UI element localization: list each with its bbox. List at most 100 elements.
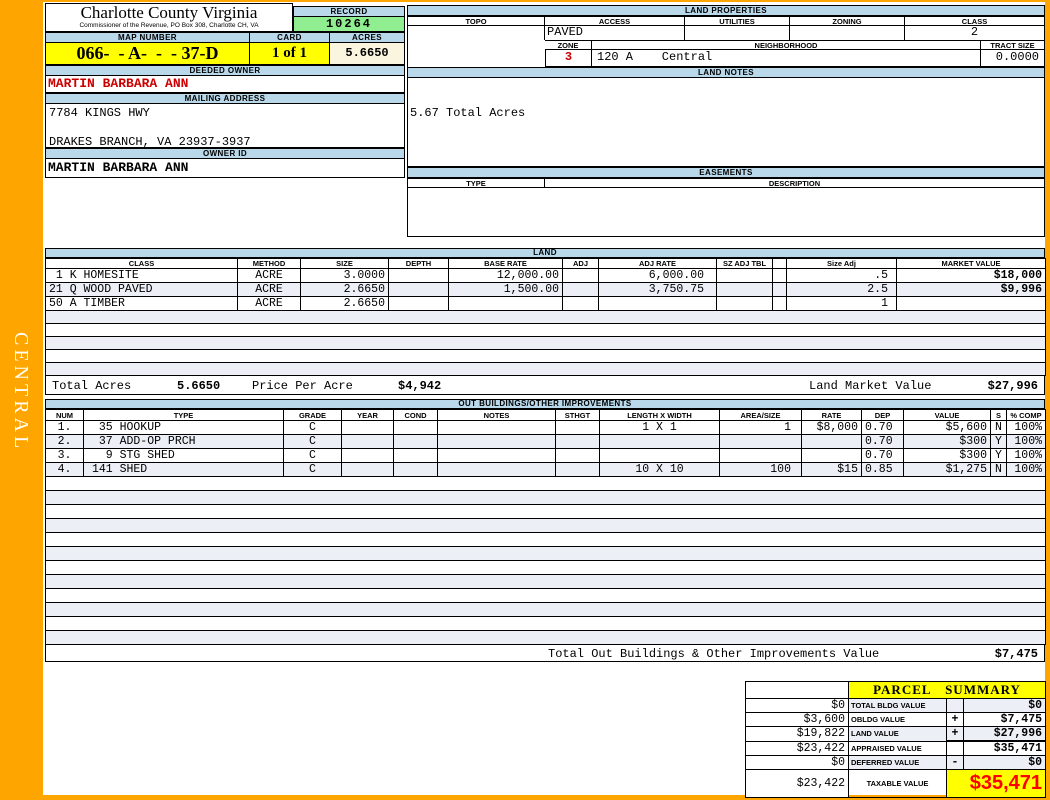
- out-cell: 0.85: [861, 462, 904, 477]
- neighborhood-label: NEIGHBORHOOD: [592, 40, 981, 50]
- deeded-owner-label: DEEDED OWNER: [45, 65, 405, 76]
- ps-left-value: $23,422: [745, 740, 849, 756]
- out-empty-row: [45, 560, 1046, 575]
- ps-right-value: $35,471: [962, 740, 1047, 756]
- land-market-value-label: Land Market Value: [809, 379, 932, 393]
- land-cell: 50 A TIMBER: [45, 296, 238, 311]
- topo-value: [407, 26, 545, 40]
- out-cell: C: [283, 434, 342, 449]
- land-cell: [598, 296, 717, 311]
- out-cell: 1 X 1: [599, 420, 720, 435]
- land-cell: 3.0000: [300, 268, 389, 283]
- out-cell: [393, 448, 438, 463]
- card-value: 1 of 1: [250, 43, 330, 65]
- land-properties-block: LAND PROPERTIES TOPO ACCESS UTILITIES ZO…: [407, 5, 1045, 237]
- out-cell: [437, 448, 556, 463]
- ps-right-value: $7,475: [962, 712, 1047, 727]
- owner-id-label: OWNER ID: [45, 148, 405, 159]
- out-buildings-section: OUT BUILDINGS/OTHER IMPROVEMENTS NUM TYP…: [45, 399, 1046, 662]
- parcel-summary-title: PARCEL SUMMARY: [847, 681, 1047, 699]
- land-col-blank: [772, 258, 787, 269]
- out-cell: N: [990, 420, 1007, 435]
- land-cell: [388, 296, 449, 311]
- out-col-value: VALUE: [903, 409, 991, 421]
- land-cell: 1 K HOMESITE: [45, 268, 238, 283]
- record-card-page: Charlotte County Virginia Commissioner o…: [43, 2, 1047, 798]
- land-row-3: 50 A TIMBER ACRE 2.6650 1: [45, 296, 1046, 311]
- land-cell: 3,750.75: [598, 282, 717, 297]
- out-cell: [393, 420, 438, 435]
- land-cell: [716, 282, 773, 297]
- out-col-grade: GRADE: [283, 409, 342, 421]
- acres-label: ACRES: [330, 32, 405, 43]
- land-col-base-rate: BASE RATE: [448, 258, 563, 269]
- out-cell: [341, 448, 394, 463]
- county-title-box: Charlotte County Virginia Commissioner o…: [45, 3, 293, 32]
- land-cell: 12,000.00: [448, 268, 563, 283]
- out-cell: 9 STG SHED: [83, 448, 284, 463]
- out-cell: [555, 462, 600, 477]
- out-cell: 100%: [1006, 420, 1046, 435]
- mailing-address-label: MAILING ADDRESS: [45, 93, 405, 104]
- mailing-address-box: 7784 KINGS HWY DRAKES BRANCH, VA 23937-3…: [45, 104, 405, 148]
- out-empty-row: [45, 518, 1046, 533]
- easements-box: [407, 188, 1045, 237]
- neighborhood-value: 120 A Central: [592, 50, 981, 67]
- record-value: 10264: [293, 17, 405, 32]
- out-col-year: YEAR: [341, 409, 394, 421]
- land-title: LAND: [45, 248, 1045, 258]
- out-row-1: 1. 35 HOOKUP C 1 X 1 1 $8,000 0.70 $5,60…: [45, 420, 1046, 435]
- out-cell: [437, 462, 556, 477]
- out-cell: 0.70: [861, 434, 904, 449]
- ps-row-taxable: $23,422 TAXABLE VALUE $35,471: [745, 769, 1047, 798]
- out-col-num: NUM: [45, 409, 84, 421]
- zoning-value: [790, 26, 905, 40]
- land-cell: [562, 282, 599, 297]
- out-cell: [555, 434, 600, 449]
- ps-row-total-bldg: $0 TOTAL BLDG VALUE $0: [745, 698, 1047, 713]
- price-per-acre-value: $4,942: [398, 379, 442, 393]
- out-buildings-total-row: Total Out Buildings & Other Improvements…: [45, 645, 1045, 662]
- parcel-summary-section: PARCEL SUMMARY $0 TOTAL BLDG VALUE $0 $3…: [745, 681, 1047, 798]
- out-cell: Y: [990, 448, 1007, 463]
- out-col-notes: NOTES: [437, 409, 556, 421]
- land-market-value-total: $27,996: [987, 379, 1038, 393]
- land-cell: ACRE: [237, 268, 301, 283]
- ps-cell-blank: [745, 681, 849, 699]
- out-col-rate: RATE: [801, 409, 862, 421]
- land-cell: [896, 296, 1046, 311]
- out-empty-row: [45, 588, 1046, 603]
- ps-sign: +: [946, 712, 964, 727]
- land-empty-row: [45, 336, 1046, 350]
- land-empty-row: [45, 349, 1046, 363]
- parcel-summary-header: PARCEL SUMMARY: [745, 681, 1047, 699]
- total-acres-value: 5.6650: [177, 379, 221, 393]
- ps-row-deferred: $0 DEFERRED VALUE - $0: [745, 755, 1047, 770]
- out-row-2: 2. 37 ADD-OP PRCH C 0.70 $300 Y 100%: [45, 434, 1046, 449]
- county-title: Charlotte County Virginia: [80, 3, 258, 22]
- ps-right-value: $27,996: [962, 726, 1047, 742]
- out-cell: $300: [903, 434, 991, 449]
- ps-taxable-label: TAXABLE VALUE: [848, 769, 947, 798]
- price-per-acre-label: Price Per Acre: [252, 379, 353, 393]
- out-col-type: TYPE: [83, 409, 284, 421]
- out-cell: 3.: [45, 448, 84, 463]
- land-cell: 6,000.00: [598, 268, 717, 283]
- col-utilities: UTILITIES: [685, 16, 790, 26]
- land-cell: 2.5: [786, 282, 897, 297]
- out-cell: 100%: [1006, 462, 1046, 477]
- access-value: PAVED: [545, 26, 685, 40]
- land-header-row: CLASS METHOD SIZE DEPTH BASE RATE ADJ AD…: [45, 258, 1046, 269]
- tract-size-value: 0.0000: [981, 50, 1045, 67]
- out-cell: [801, 448, 862, 463]
- easement-description-label: DESCRIPTION: [545, 178, 1045, 188]
- ps-left-value: $19,822: [745, 726, 849, 742]
- land-col-adj: ADJ: [562, 258, 599, 269]
- zone-label: ZONE: [545, 40, 592, 50]
- out-empty-row: [45, 574, 1046, 589]
- out-col-areasize: AREA/SIZE: [719, 409, 802, 421]
- land-cell: [772, 282, 787, 297]
- land-cell: $9,996: [896, 282, 1046, 297]
- out-empty-row: [45, 532, 1046, 547]
- out-empty-row: [45, 630, 1046, 645]
